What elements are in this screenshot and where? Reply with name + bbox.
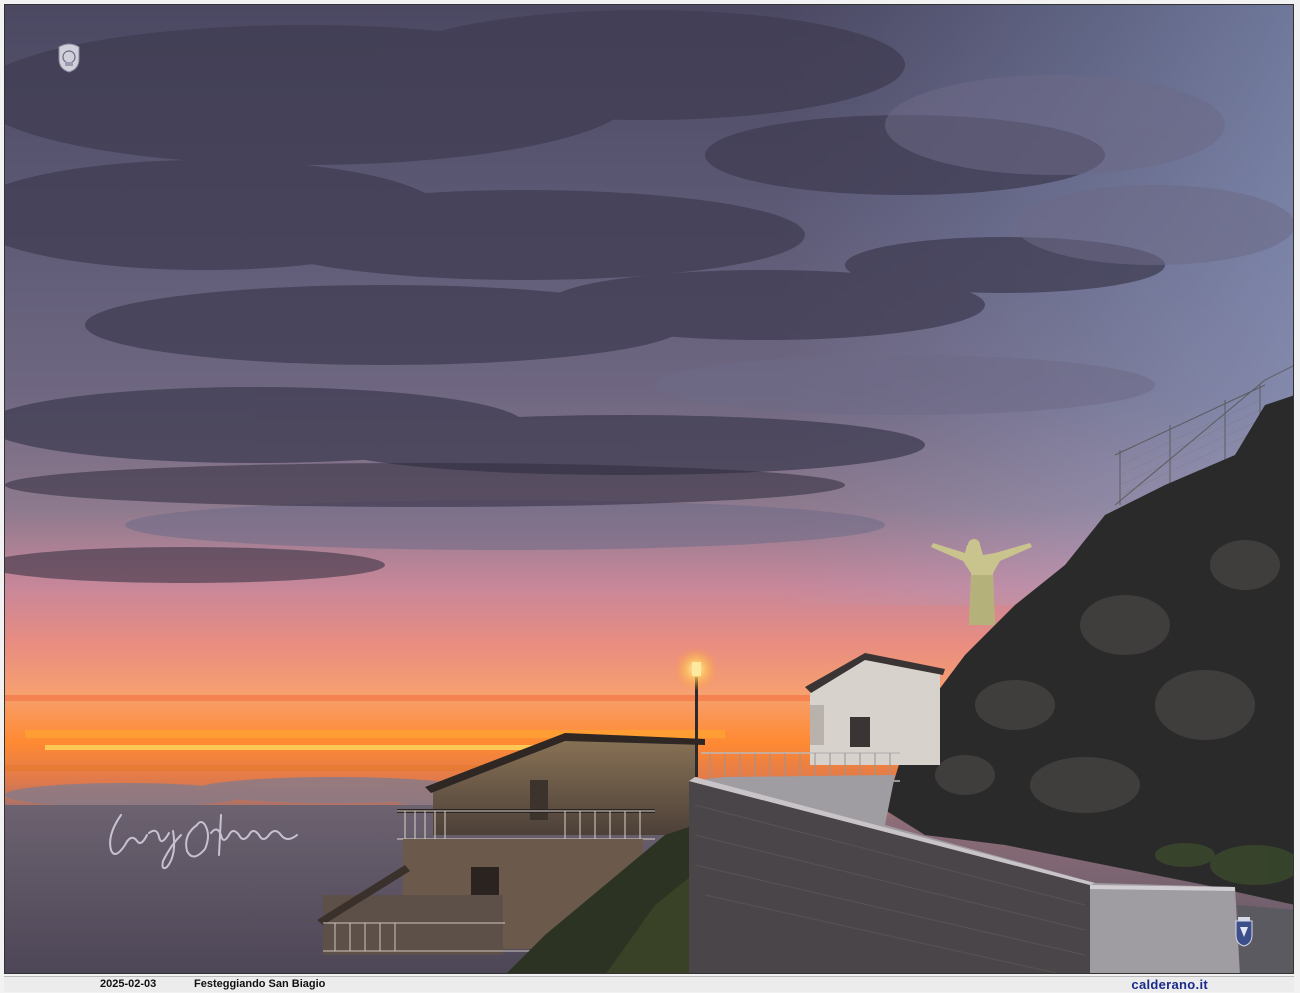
photo-footer: 2025-02-03 Festeggiando San Biagio calde… <box>4 976 1294 992</box>
crest-logo-icon <box>58 43 80 73</box>
photo-date: 2025-02-03 <box>100 978 157 990</box>
handwritten-signature <box>109 814 298 870</box>
photo-caption: Festeggiando San Biagio <box>194 978 326 990</box>
photo-frame <box>4 4 1294 974</box>
town-crest-icon <box>1235 917 1253 947</box>
site-link[interactable]: calderano.it <box>1131 977 1208 992</box>
